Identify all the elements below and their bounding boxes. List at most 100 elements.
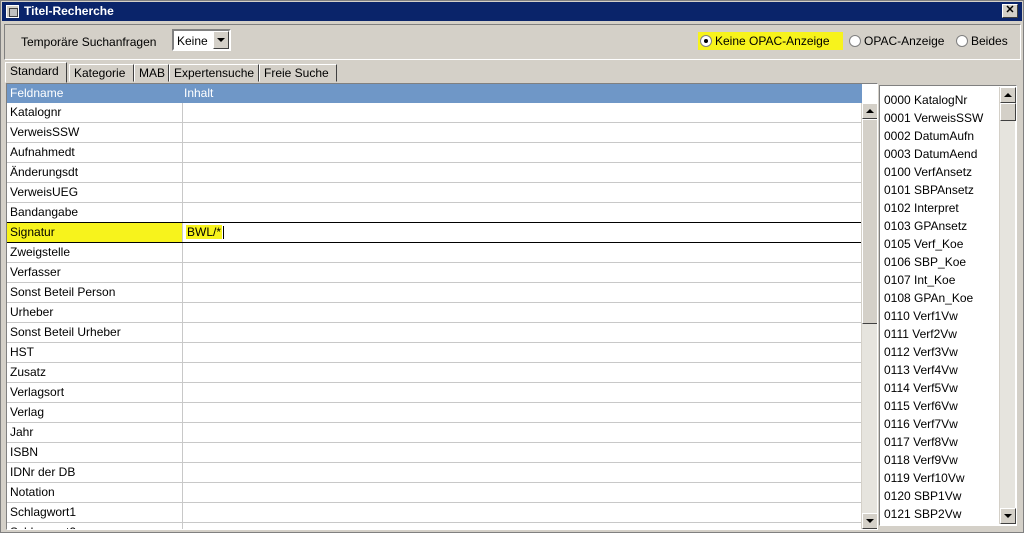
field-value-input[interactable] xyxy=(184,243,862,262)
temp-queries-dropdown[interactable]: Keine xyxy=(172,29,231,51)
table-row[interactable]: Notation xyxy=(7,483,862,503)
list-item[interactable]: 0112 Verf3Vw xyxy=(884,343,983,361)
list-item[interactable]: 0113 Verf4Vw xyxy=(884,361,983,379)
field-name-cell: Jahr xyxy=(7,423,183,442)
radio-keine-opac[interactable]: Keine OPAC-Anzeige xyxy=(698,32,843,50)
table-row[interactable]: Katalognr xyxy=(7,103,862,123)
list-item[interactable]: 0108 GPAn_Koe xyxy=(884,289,983,307)
radio-dot[interactable] xyxy=(956,35,968,47)
scroll-thumb[interactable] xyxy=(862,119,877,324)
field-value-input[interactable] xyxy=(184,143,862,162)
table-row[interactable]: Urheber xyxy=(7,303,862,323)
titel-recherche-window: Titel-Recherche ✕ Temporäre Suchanfragen… xyxy=(0,0,1024,533)
column-header-feldname[interactable]: Feldname xyxy=(10,86,63,100)
arrow-down-icon[interactable] xyxy=(1000,508,1016,524)
list-item[interactable]: 0107 Int_Koe xyxy=(884,271,983,289)
list-item[interactable]: 0121 SBP2Vw xyxy=(884,505,983,523)
field-value-input[interactable] xyxy=(184,203,862,222)
field-value-input[interactable]: BWL/* xyxy=(184,223,862,242)
list-item[interactable]: 0101 SBPAnsetz xyxy=(884,181,983,199)
list-item[interactable]: 0119 Verf10Vw xyxy=(884,469,983,487)
list-item[interactable]: 0114 Verf5Vw xyxy=(884,379,983,397)
table-row[interactable]: Schlagwort1 xyxy=(7,503,862,523)
field-value-input[interactable] xyxy=(184,323,862,342)
list-item[interactable]: 0103 GPAnsetz xyxy=(884,217,983,235)
list-item[interactable]: 0116 Verf7Vw xyxy=(884,415,983,433)
table-row[interactable]: Zweigstelle xyxy=(7,243,862,263)
field-value-input[interactable] xyxy=(184,483,862,502)
tab-kategorie[interactable]: Kategorie xyxy=(69,64,134,82)
field-value-input[interactable] xyxy=(184,463,862,482)
list-item[interactable]: 0102 Interpret xyxy=(884,199,983,217)
chevron-down-icon[interactable] xyxy=(213,31,229,49)
opac-display-options: Keine OPAC-Anzeige OPAC-Anzeige Beides xyxy=(698,32,1018,50)
list-item[interactable]: 0111 Verf2Vw xyxy=(884,325,983,343)
table-row[interactable]: Sonst Beteil Person xyxy=(7,283,862,303)
close-button[interactable]: ✕ xyxy=(1002,4,1018,18)
table-row[interactable]: Aufnahmedt xyxy=(7,143,862,163)
field-name-cell: Schlagwort1 xyxy=(7,503,183,522)
tab-mab[interactable]: MAB xyxy=(134,64,169,82)
field-value-input[interactable] xyxy=(184,403,862,422)
list-item[interactable]: 0003 DatumAend xyxy=(884,145,983,163)
table-row[interactable]: ISBN xyxy=(7,443,862,463)
column-header-inhalt[interactable]: Inhalt xyxy=(184,86,213,100)
table-row[interactable]: VerweisSSW xyxy=(7,123,862,143)
radio-dot[interactable] xyxy=(849,35,861,47)
arrow-up-icon[interactable] xyxy=(1000,87,1016,103)
table-row[interactable]: Signatur BWL/* xyxy=(7,223,862,243)
scroll-thumb[interactable] xyxy=(1000,103,1016,121)
field-value-input[interactable] xyxy=(184,503,862,522)
list-item[interactable]: 0106 SBP_Koe xyxy=(884,253,983,271)
field-value-input[interactable] xyxy=(184,263,862,282)
list-scrollbar[interactable] xyxy=(999,87,1016,524)
tab-freie-suche[interactable]: Freie Suche xyxy=(259,64,337,82)
list-item[interactable]: 0100 VerfAnsetz xyxy=(884,163,983,181)
table-row[interactable]: Schlagwort2 xyxy=(7,523,862,529)
table-row[interactable]: Bandangabe xyxy=(7,203,862,223)
table-row[interactable]: Verlag xyxy=(7,403,862,423)
list-item[interactable]: 0105 Verf_Koe xyxy=(884,235,983,253)
list-item[interactable]: 0117 Verf8Vw xyxy=(884,433,983,451)
field-value-input[interactable] xyxy=(184,443,862,462)
field-value-input[interactable] xyxy=(184,123,862,142)
table-scrollbar[interactable] xyxy=(861,103,877,529)
table-row[interactable]: HST xyxy=(7,343,862,363)
field-name-cell: Zweigstelle xyxy=(7,243,183,262)
field-value-input[interactable] xyxy=(184,383,862,402)
field-name-cell: Bandangabe xyxy=(7,203,183,222)
tab-expertensuche[interactable]: Expertensuche xyxy=(169,64,259,82)
title-bar[interactable]: Titel-Recherche ✕ xyxy=(2,2,1022,21)
arrow-down-icon[interactable] xyxy=(862,513,877,529)
list-item[interactable]: 0110 Verf1Vw xyxy=(884,307,983,325)
field-value-input[interactable] xyxy=(184,343,862,362)
table-row[interactable]: Sonst Beteil Urheber xyxy=(7,323,862,343)
list-item[interactable]: 0115 Verf6Vw xyxy=(884,397,983,415)
radio-keine-opac-label: Keine OPAC-Anzeige xyxy=(715,34,830,48)
radio-opac-anzeige[interactable]: OPAC-Anzeige xyxy=(847,32,951,50)
arrow-up-icon[interactable] xyxy=(862,103,877,119)
table-row[interactable]: Änderungsdt xyxy=(7,163,862,183)
field-value-input[interactable] xyxy=(184,283,862,302)
field-value-input[interactable] xyxy=(184,183,862,202)
field-value-input[interactable] xyxy=(184,103,862,122)
table-row[interactable]: Jahr xyxy=(7,423,862,443)
list-item[interactable]: 0118 Verf9Vw xyxy=(884,451,983,469)
list-item[interactable]: 0000 KatalogNr xyxy=(884,91,983,109)
field-value-input[interactable] xyxy=(184,523,862,529)
table-row[interactable]: Zusatz xyxy=(7,363,862,383)
field-value-input[interactable] xyxy=(184,363,862,382)
list-item[interactable]: 0120 SBP1Vw xyxy=(884,487,983,505)
table-row[interactable]: VerweisUEG xyxy=(7,183,862,203)
table-row[interactable]: Verlagsort xyxy=(7,383,862,403)
field-value-input[interactable] xyxy=(184,423,862,442)
list-item[interactable]: 0002 DatumAufn xyxy=(884,127,983,145)
table-row[interactable]: Verfasser xyxy=(7,263,862,283)
radio-beides[interactable]: Beides xyxy=(954,32,1016,50)
list-item[interactable]: 0001 VerweisSSW xyxy=(884,109,983,127)
table-row[interactable]: IDNr der DB xyxy=(7,463,862,483)
field-value-input[interactable] xyxy=(184,303,862,322)
field-value-input[interactable] xyxy=(184,163,862,182)
tab-standard[interactable]: Standard xyxy=(5,62,67,83)
radio-dot-selected[interactable] xyxy=(700,35,712,47)
